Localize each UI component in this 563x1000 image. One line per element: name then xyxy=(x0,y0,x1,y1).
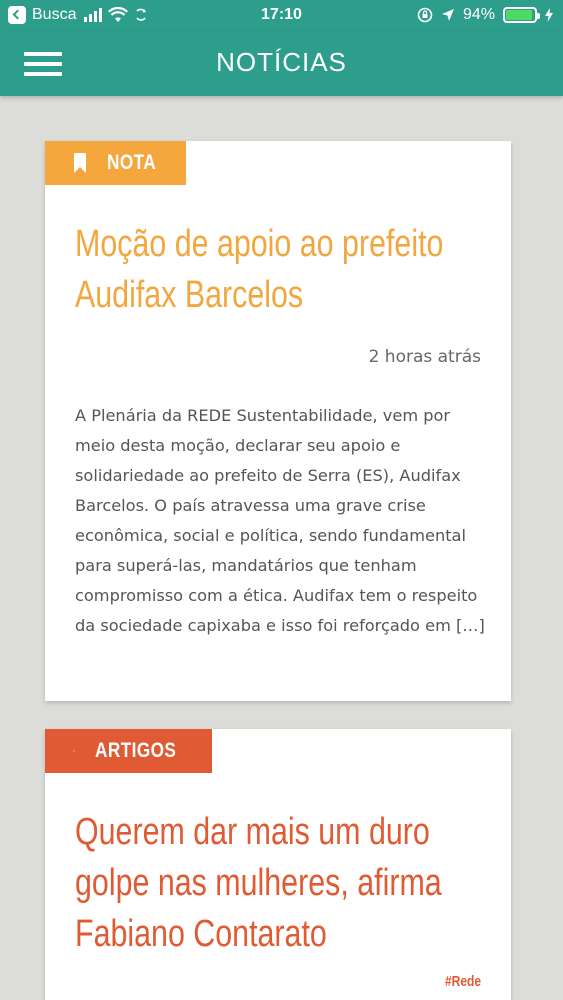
news-headline[interactable]: Querem dar mais um duro golpe nas mulher… xyxy=(75,807,491,960)
category-tag-artigos[interactable]: ARTIGOS xyxy=(45,729,212,773)
news-card[interactable]: ARTIGOS Querem dar mais um duro golpe na… xyxy=(45,729,511,1000)
post-time: 2 horas atrás xyxy=(368,347,481,367)
category-label: NOTA xyxy=(107,151,157,174)
battery-icon xyxy=(503,7,540,23)
hashtag-label[interactable]: #Rede xyxy=(445,973,481,990)
article-s-icon xyxy=(73,750,75,752)
category-tag-nota[interactable]: NOTA xyxy=(45,141,186,185)
page-title: NOTÍCIAS xyxy=(216,47,347,77)
app-header: NOTÍCIAS xyxy=(0,32,563,96)
status-bar-right: 94% xyxy=(417,6,553,24)
location-arrow-icon xyxy=(441,9,454,21)
charging-bolt-icon xyxy=(545,8,553,22)
news-excerpt: A Plenária da REDE Sustentabilidade, vem… xyxy=(75,406,485,635)
battery-level-fill xyxy=(506,10,533,20)
bookmark-icon xyxy=(74,153,86,173)
category-label: ARTIGOS xyxy=(94,739,177,762)
status-bar: Busca 17:10 94% xyxy=(0,0,563,32)
news-card[interactable]: NOTA Moção de apoio ao prefeito Audifax … xyxy=(45,141,511,701)
battery-percent: 94% xyxy=(462,6,495,23)
orientation-lock-icon xyxy=(417,7,433,23)
news-headline[interactable]: Moção de apoio ao prefeito Audifax Barce… xyxy=(75,219,491,321)
